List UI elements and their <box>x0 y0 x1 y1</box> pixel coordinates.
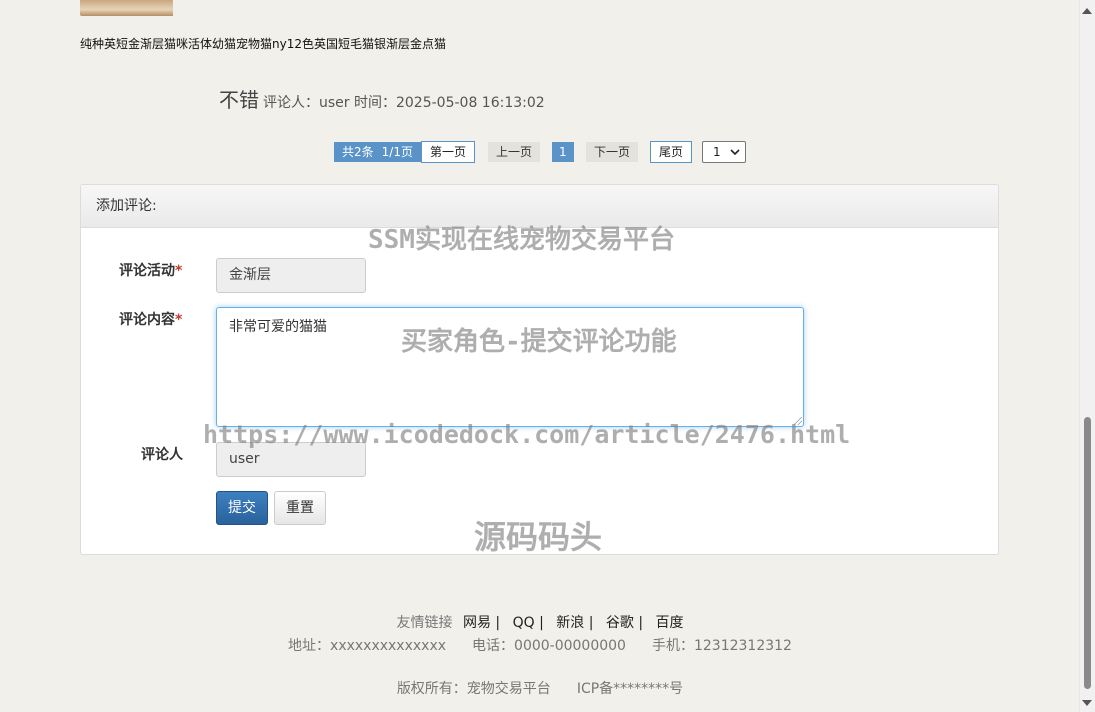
content-label: 评论内容* <box>119 312 183 328</box>
content-text: 非常可爱的猫猫 <box>229 319 327 335</box>
last-page-button[interactable]: 尾页 <box>650 141 693 163</box>
page-total: 共2条 <box>334 142 382 162</box>
link-baidu[interactable]: 百度 <box>656 615 684 631</box>
scroll-up-icon[interactable] <box>1082 8 1092 14</box>
page-select[interactable]: 1 <box>702 141 746 163</box>
footer-phone: 电话：0000-00000000 <box>472 638 626 654</box>
footer-address: 地址：xxxxxxxxxxxxxx <box>288 638 447 654</box>
watermark-brand: 源码码头 <box>474 518 603 556</box>
reset-button[interactable]: 重置 <box>274 491 326 525</box>
submit-button[interactable]: 提交 <box>216 491 268 525</box>
footer-copyright: 版权所有：宠物交易平台 ICP备********号 <box>0 678 1080 698</box>
scroll-down-icon[interactable] <box>1082 700 1092 706</box>
product-image[interactable] <box>80 0 173 16</box>
next-page-button[interactable]: 下一页 <box>586 142 639 162</box>
required-mark: * <box>175 312 183 328</box>
link-qq[interactable]: QQ | <box>513 615 544 631</box>
link-netease[interactable]: 网易 | <box>463 615 500 631</box>
link-sina[interactable]: 新浪 | <box>556 615 593 631</box>
current-page[interactable]: 1 <box>552 142 574 162</box>
scrollbar[interactable] <box>1079 0 1095 712</box>
reviewer-label: 评论人 <box>141 447 183 463</box>
page-select-value: 1 <box>713 145 721 159</box>
footer-copyright-text: 版权所有：宠物交易平台 <box>396 681 551 697</box>
watermark-subtitle: 买家角色-提交评论功能 <box>401 327 677 357</box>
prev-page-button[interactable]: 上一页 <box>488 142 541 162</box>
first-page-button[interactable]: 第一页 <box>420 141 475 163</box>
link-google[interactable]: 谷歌 | <box>606 615 643 631</box>
page-count: 1/1页 <box>381 142 421 162</box>
footer-mobile: 手机：12312312312 <box>651 638 792 654</box>
comment-item: 不错 评论人：user 时间：2025-05-08 16:13:02 <box>219 84 545 113</box>
comment-meta: 评论人：user 时间：2025-05-08 16:13:02 <box>263 95 545 111</box>
chevron-down-icon <box>730 148 740 155</box>
footer-contact: 地址：xxxxxxxxxxxxxx 电话：0000-00000000 手机：1231… <box>0 635 1080 655</box>
footer-icp: ICP备********号 <box>576 681 684 697</box>
comment-text: 不错 <box>219 88 259 112</box>
activity-label: 评论活动* <box>119 263 183 279</box>
watermark-url: https://www.icodedock.com/article/2476.h… <box>203 420 851 449</box>
activity-field: 金渐层 <box>216 258 366 293</box>
scrollbar-thumb[interactable] <box>1084 417 1091 689</box>
friend-links: 友情链接 网易 | QQ | 新浪 | 谷歌 | 百度 <box>0 612 1080 632</box>
watermark-title: SSM实现在线宠物交易平台 <box>368 225 675 255</box>
required-mark: * <box>175 263 183 279</box>
product-title[interactable]: 纯种英短金渐层猫咪活体幼猫宠物猫ny12色英国短毛猫银渐层金点猫 <box>80 35 446 52</box>
friend-links-label: 友情链接 <box>396 615 453 631</box>
